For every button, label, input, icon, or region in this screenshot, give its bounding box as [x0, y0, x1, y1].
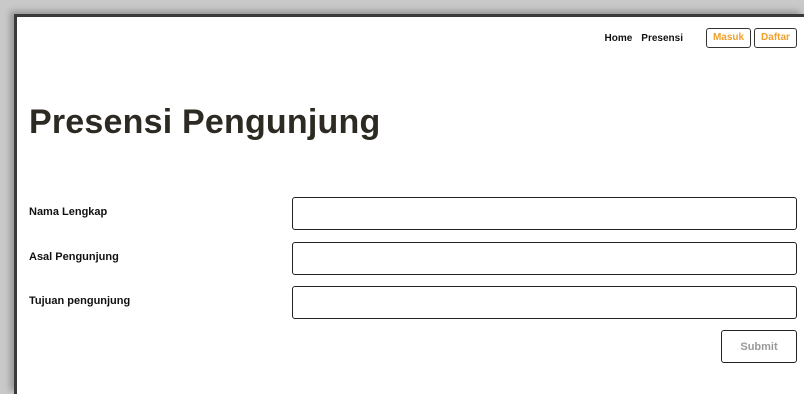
register-button[interactable]: Daftar [754, 28, 797, 48]
login-button[interactable]: Masuk [706, 28, 751, 48]
submit-button[interactable]: Submit [721, 330, 797, 363]
visitor-origin-input[interactable] [292, 242, 797, 275]
full-name-input[interactable] [292, 197, 797, 230]
form-row-visitor-origin: Asal Pengunjung [29, 242, 797, 275]
page-title: Presensi Pengunjung [29, 103, 381, 141]
visitor-origin-label: Asal Pengunjung [29, 251, 119, 263]
nav-link-presensi[interactable]: Presensi [641, 33, 683, 44]
form-row-full-name: Nama Lengkap [29, 197, 797, 230]
top-navigation: Home Presensi Masuk Daftar [605, 28, 797, 48]
full-name-label: Nama Lengkap [29, 206, 108, 218]
form-row-visit-purpose: Tujuan pengunjung [29, 286, 797, 319]
visit-purpose-label: Tujuan pengunjung [29, 295, 131, 307]
visit-purpose-input[interactable] [292, 286, 797, 319]
nav-link-home[interactable]: Home [605, 33, 633, 44]
browser-viewport: Home Presensi Masuk Daftar Presensi Peng… [14, 14, 804, 394]
